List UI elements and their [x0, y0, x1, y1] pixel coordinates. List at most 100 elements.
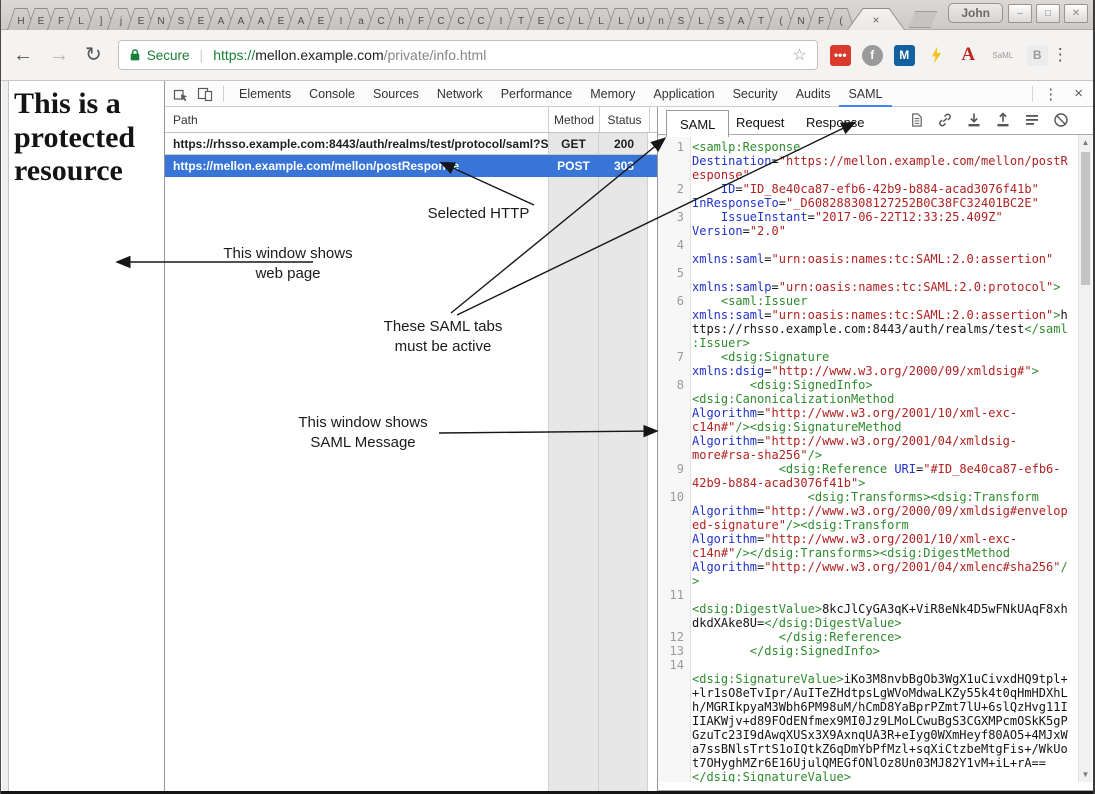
close-window-button[interactable]: ✕: [1064, 4, 1088, 23]
method-cell: GET: [548, 133, 599, 154]
upload-icon[interactable]: [995, 112, 1011, 128]
saml-tracer-extension-icon[interactable]: SaML: [990, 45, 1016, 66]
devtools-tab-performance[interactable]: Performance: [492, 81, 582, 107]
title-bar: HEFL]jENSEAAAEAEIaChFCCCITECLLLUnSLSAT(N…: [1, 0, 1093, 30]
xml-line-content: IssueInstant="2017-06-22T12:33:25.409Z" …: [692, 210, 1069, 238]
url-path: /private/info.html: [384, 47, 487, 63]
page-heading: This is a protected resource: [2, 81, 164, 188]
fedora-extension-icon[interactable]: f: [862, 45, 883, 66]
tab-request[interactable]: Request: [736, 110, 784, 135]
maximize-button[interactable]: □: [1036, 4, 1060, 23]
devtools-tab-audits[interactable]: Audits: [787, 81, 840, 107]
column-header-status[interactable]: Status: [599, 107, 649, 132]
devtools-tab-security[interactable]: Security: [724, 81, 787, 107]
line-number: 8: [658, 378, 692, 462]
line-number: 13: [658, 644, 692, 658]
status-cell: 200: [599, 133, 649, 154]
xml-line: 3 IssueInstant="2017-06-22T12:33:25.409Z…: [658, 210, 1078, 238]
url-host: mellon.example.com: [255, 47, 383, 63]
a-extension-icon[interactable]: A: [958, 45, 979, 66]
device-toolbar-icon[interactable]: [197, 86, 213, 102]
xml-line: 1<samlp:Response Destination="https://me…: [658, 140, 1078, 182]
path-cell: https://rhsso.example.com:8443/auth/real…: [165, 133, 548, 154]
back-icon[interactable]: ←: [13, 45, 33, 65]
devtools-tab-elements[interactable]: Elements: [230, 81, 300, 107]
xml-line-content: xmlns:samlp="urn:oasis:names:tc:SAML:2.0…: [692, 266, 1069, 294]
xml-line-content: <samlp:Response Destination="https://mel…: [692, 140, 1069, 182]
scroll-up-icon[interactable]: ▲: [1079, 138, 1092, 147]
xml-line-content: <dsig:Transforms><dsig:Transform Algorit…: [692, 490, 1069, 588]
xml-line-content: </dsig:Reference>: [692, 630, 1069, 644]
network-request-row[interactable]: https://rhsso.example.com:8443/auth/real…: [165, 133, 657, 155]
column-header-path[interactable]: Path: [165, 107, 548, 132]
m-extension-icon[interactable]: M: [894, 45, 915, 66]
devtools-tab-sources[interactable]: Sources: [364, 81, 428, 107]
devtools-tab-network[interactable]: Network: [428, 81, 492, 107]
window-controls: – □ ✕: [1008, 4, 1088, 23]
scroll-down-icon[interactable]: ▼: [1079, 770, 1092, 779]
bookmark-star-icon[interactable]: ☆: [792, 45, 806, 65]
extension-icons: ••• fM A SaML B: [830, 45, 1048, 66]
devtools-tab-saml[interactable]: SAML: [839, 81, 891, 107]
b-extension-icon[interactable]: B: [1027, 45, 1048, 66]
xml-line-content: xmlns:saml="urn:oasis:names:tc:SAML:2.0:…: [692, 238, 1069, 266]
xml-line: 12 </dsig:Reference>: [658, 630, 1078, 644]
saml-viewer-pane: SAML Request Response 1<samlp:Response D…: [657, 107, 1093, 791]
xml-line: 11 <dsig:DigestValue>8kcJlCyGA3qK+ViR8eN…: [658, 588, 1078, 630]
devtools-tab-application[interactable]: Application: [644, 81, 723, 107]
saml-message-view[interactable]: 1<samlp:Response Destination="https://me…: [658, 135, 1078, 782]
devtools-menu-icon[interactable]: ⋮: [1043, 85, 1058, 103]
devtools-tab-memory[interactable]: Memory: [581, 81, 644, 107]
status-cell: 303: [599, 155, 649, 176]
browser-window: HEFL]jENSEAAAEAEIaChFCCCITECLLLUnSLSAT(N…: [0, 0, 1095, 794]
line-number: 3: [658, 210, 692, 238]
line-number: 10: [658, 490, 692, 588]
line-number: 7: [658, 350, 692, 378]
xml-line: 4 xmlns:saml="urn:oasis:names:tc:SAML:2.…: [658, 238, 1078, 266]
download-icon[interactable]: [966, 112, 982, 128]
browser-menu-icon[interactable]: ⋮: [1052, 45, 1069, 65]
inspect-element-icon[interactable]: [173, 86, 189, 102]
line-number: 6: [658, 294, 692, 350]
line-number: 4: [658, 238, 692, 266]
xml-lines: 1<samlp:Response Destination="https://me…: [658, 140, 1078, 782]
saml-toolbar-icons: [909, 112, 1069, 128]
status-column-band: [598, 133, 648, 791]
lightning-extension-icon[interactable]: [926, 45, 947, 66]
devtools-tab-console[interactable]: Console: [300, 81, 364, 107]
tab-response[interactable]: Response: [806, 110, 865, 135]
address-bar[interactable]: Secure | https://mellon.example.com/priv…: [118, 40, 818, 70]
line-number: 9: [658, 462, 692, 490]
active-browser-tab[interactable]: ×: [847, 8, 905, 30]
profile-button[interactable]: John: [948, 3, 1003, 23]
xml-line-content: <dsig:Reference URI="#ID_8e40ca87-efb6-4…: [692, 462, 1069, 490]
close-tab-icon[interactable]: ×: [848, 9, 904, 30]
vertical-scrollbar[interactable]: ▲ ▼: [1078, 135, 1092, 782]
saml-tab-row: SAML Request Response: [658, 107, 1093, 135]
devtools-tab-bar: ElementsConsoleSourcesNetworkPerformance…: [165, 81, 1093, 107]
network-request-row[interactable]: https://mellon.example.com/mellon/postRe…: [165, 155, 657, 177]
reload-icon[interactable]: ↻: [85, 45, 102, 65]
scrollbar-thumb[interactable]: [1081, 152, 1090, 285]
line-number: 14: [658, 658, 692, 782]
network-requests-pane: Path Method Status https://rhsso.example…: [165, 107, 657, 791]
xml-line-content: </dsig:SignedInfo>: [692, 644, 1069, 658]
lines-icon[interactable]: [1024, 112, 1040, 128]
forward-icon: →: [49, 45, 69, 65]
xml-line: 14 <dsig:SignatureValue>iKo3M8nvbBgOb3Wg…: [658, 658, 1078, 782]
minimize-button[interactable]: –: [1008, 4, 1032, 23]
password-manager-extension-icon[interactable]: •••: [830, 45, 851, 66]
devtools-close-icon[interactable]: ×: [1074, 85, 1083, 102]
block-icon[interactable]: [1053, 112, 1069, 128]
network-table-header: Path Method Status: [165, 107, 657, 133]
column-header-method[interactable]: Method: [548, 107, 599, 132]
secure-label: Secure: [147, 48, 190, 63]
document-icon[interactable]: [909, 112, 924, 128]
url-text[interactable]: https://mellon.example.com/private/info.…: [213, 47, 486, 63]
new-tab-button[interactable]: [909, 11, 937, 28]
toolbar-divider: [223, 86, 224, 102]
path-cell: https://mellon.example.com/mellon/postRe…: [165, 155, 548, 176]
tab-saml[interactable]: SAML: [666, 110, 729, 137]
link-icon[interactable]: [937, 112, 953, 128]
xml-line: 10 <dsig:Transforms><dsig:Transform Algo…: [658, 490, 1078, 588]
